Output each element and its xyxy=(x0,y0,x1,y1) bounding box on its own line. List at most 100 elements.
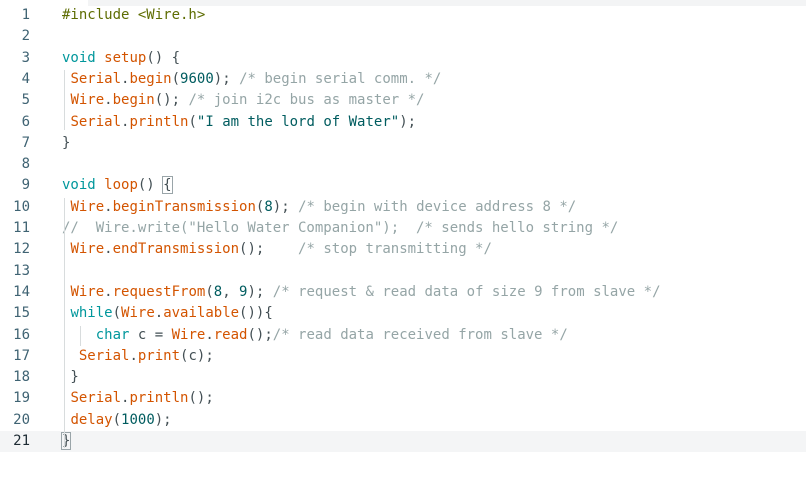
line-number: 12 xyxy=(13,241,30,258)
line-number: 9 xyxy=(21,177,30,194)
text-cursor xyxy=(70,432,72,448)
matched-bracket: { xyxy=(162,176,173,195)
code-token: Serial xyxy=(70,113,122,130)
code-token: } xyxy=(62,134,71,151)
code-token: ); xyxy=(213,70,240,87)
code-line[interactable]: 16 char c = Wire.read();/* read data rec… xyxy=(0,325,806,346)
code-token: Serial xyxy=(70,70,122,87)
code-token: () xyxy=(137,177,164,194)
code-text[interactable]: // Wire.write("Hello Water Companion"); … xyxy=(62,218,618,239)
line-number: 21 xyxy=(13,433,30,449)
code-line[interactable]: 10 Wire.beginTransmission(8); /* begin w… xyxy=(0,197,806,218)
code-token: ); xyxy=(272,198,299,215)
code-text[interactable]: Wire.begin(); /* join i2c bus as master … xyxy=(62,90,424,111)
code-line[interactable]: 20 delay(1000); xyxy=(0,410,806,431)
code-text[interactable]: Wire.requestFrom(8, 9); /* request & rea… xyxy=(62,282,660,303)
code-text[interactable]: #include <Wire.h> xyxy=(62,5,205,26)
code-token: /* begin with device address 8 */ xyxy=(298,198,577,215)
code-text[interactable]: Serial.println(); xyxy=(62,388,214,409)
code-token: println xyxy=(129,113,189,130)
code-token: . xyxy=(104,241,113,258)
code-token: 1000 xyxy=(121,411,155,428)
indent-guide-loop xyxy=(64,198,65,448)
code-token: , xyxy=(222,283,240,300)
code-token: char xyxy=(95,326,130,343)
line-number: 15 xyxy=(13,305,30,322)
line-number: 1 xyxy=(21,7,30,23)
code-line[interactable]: 12 Wire.endTransmission(); /* stop trans… xyxy=(0,239,806,260)
code-line[interactable]: 4 Serial.begin(9600); /* begin serial co… xyxy=(0,69,806,90)
code-line[interactable]: 1 #include <Wire.h> xyxy=(0,5,806,26)
code-text[interactable]: delay(1000); xyxy=(62,410,172,431)
code-line[interactable]: 5 Wire.begin(); /* join i2c bus as maste… xyxy=(0,90,806,111)
code-token: delay xyxy=(70,411,113,428)
indent-guide-while xyxy=(80,326,81,346)
code-editor[interactable]: 1 #include <Wire.h> 2 3 void setup() {4 Seri… xyxy=(0,0,806,479)
code-text[interactable]: Wire.beginTransmission(8); /* begin with… xyxy=(62,197,576,218)
code-token: #include <Wire.h> xyxy=(62,7,206,23)
line-number: 3 xyxy=(21,49,30,66)
line-number: 5 xyxy=(21,92,30,109)
code-line[interactable]: 21} xyxy=(0,431,806,453)
line-number: 20 xyxy=(13,411,30,428)
code-line[interactable]: 8 xyxy=(0,154,806,175)
code-token: Serial xyxy=(78,347,130,364)
code-token: requestFrom xyxy=(112,283,206,300)
code-line[interactable]: 19 Serial.println(); xyxy=(0,388,806,409)
code-token: void xyxy=(62,49,96,66)
line-number: 8 xyxy=(21,156,30,173)
code-token: "I am the lord of Water" xyxy=(196,113,400,130)
code-line[interactable]: 18 } xyxy=(0,367,806,388)
code-text[interactable]: } xyxy=(62,133,70,154)
code-token: ); xyxy=(154,411,172,428)
line-number: 13 xyxy=(13,262,30,279)
code-line[interactable]: 9 void loop() { xyxy=(0,175,806,196)
code-token: Wire xyxy=(70,241,105,258)
code-token: Wire xyxy=(70,283,105,300)
line-number: 7 xyxy=(21,134,30,151)
code-text[interactable]: char c = Wire.read();/* read data receiv… xyxy=(62,325,568,346)
code-token: (c); xyxy=(180,347,214,364)
code-token: setup xyxy=(104,49,147,66)
code-text[interactable]: void setup() { xyxy=(62,48,180,69)
code-line[interactable]: 7} xyxy=(0,133,806,154)
code-line[interactable]: 11 // Wire.write("Hello Water Companion")… xyxy=(0,218,806,239)
code-line[interactable]: 17 Serial.print(c); xyxy=(0,346,806,367)
line-number: 6 xyxy=(21,113,30,130)
code-line[interactable]: 15 while(Wire.available()){ xyxy=(0,303,806,324)
code-text[interactable]: while(Wire.available()){ xyxy=(62,303,272,324)
line-number: 4 xyxy=(21,70,30,87)
code-text[interactable]: void loop() { xyxy=(62,175,173,196)
code-token: Serial xyxy=(70,390,122,407)
code-token: beginTransmission xyxy=(112,198,256,215)
code-token: println xyxy=(129,390,189,407)
line-number: 17 xyxy=(13,347,30,364)
code-token: ( xyxy=(112,305,122,322)
code-token: 8 xyxy=(264,198,273,215)
line-number: 2 xyxy=(21,28,30,45)
code-line[interactable]: 14 Wire.requestFrom(8, 9); /* request & … xyxy=(0,282,806,303)
code-token: (); xyxy=(247,326,273,343)
code-token: 9600 xyxy=(180,70,214,87)
code-token: Wire xyxy=(70,198,105,215)
code-token: . xyxy=(104,198,113,215)
code-text[interactable]: Serial.print(c); xyxy=(62,346,214,367)
code-line[interactable]: 6 Serial.println("I am the lord of Water… xyxy=(0,112,806,133)
code-token: Wire xyxy=(70,92,105,109)
code-token: print xyxy=(137,347,181,364)
code-token: begin xyxy=(112,92,155,109)
code-line[interactable]: 13 xyxy=(0,261,806,282)
code-text[interactable]: Wire.endTransmission(); /* stop transmit… xyxy=(62,239,491,260)
code-token: (); xyxy=(188,390,214,407)
code-token: // Wire.write("Hello Water Companion"); … xyxy=(62,220,619,236)
code-token: /* join i2c bus as master */ xyxy=(188,92,425,109)
code-token: endTransmission xyxy=(112,241,240,258)
line-number: 18 xyxy=(13,369,30,386)
code-line[interactable]: 3 void setup() { xyxy=(0,48,806,69)
code-line[interactable]: 2 xyxy=(0,26,806,47)
code-text[interactable]: Serial.begin(9600); /* begin serial comm… xyxy=(62,69,441,90)
code-token: /* read data received from slave */ xyxy=(272,326,568,343)
code-token: Wire xyxy=(171,326,206,343)
code-text[interactable]: Serial.println("I am the lord of Water")… xyxy=(62,112,416,133)
